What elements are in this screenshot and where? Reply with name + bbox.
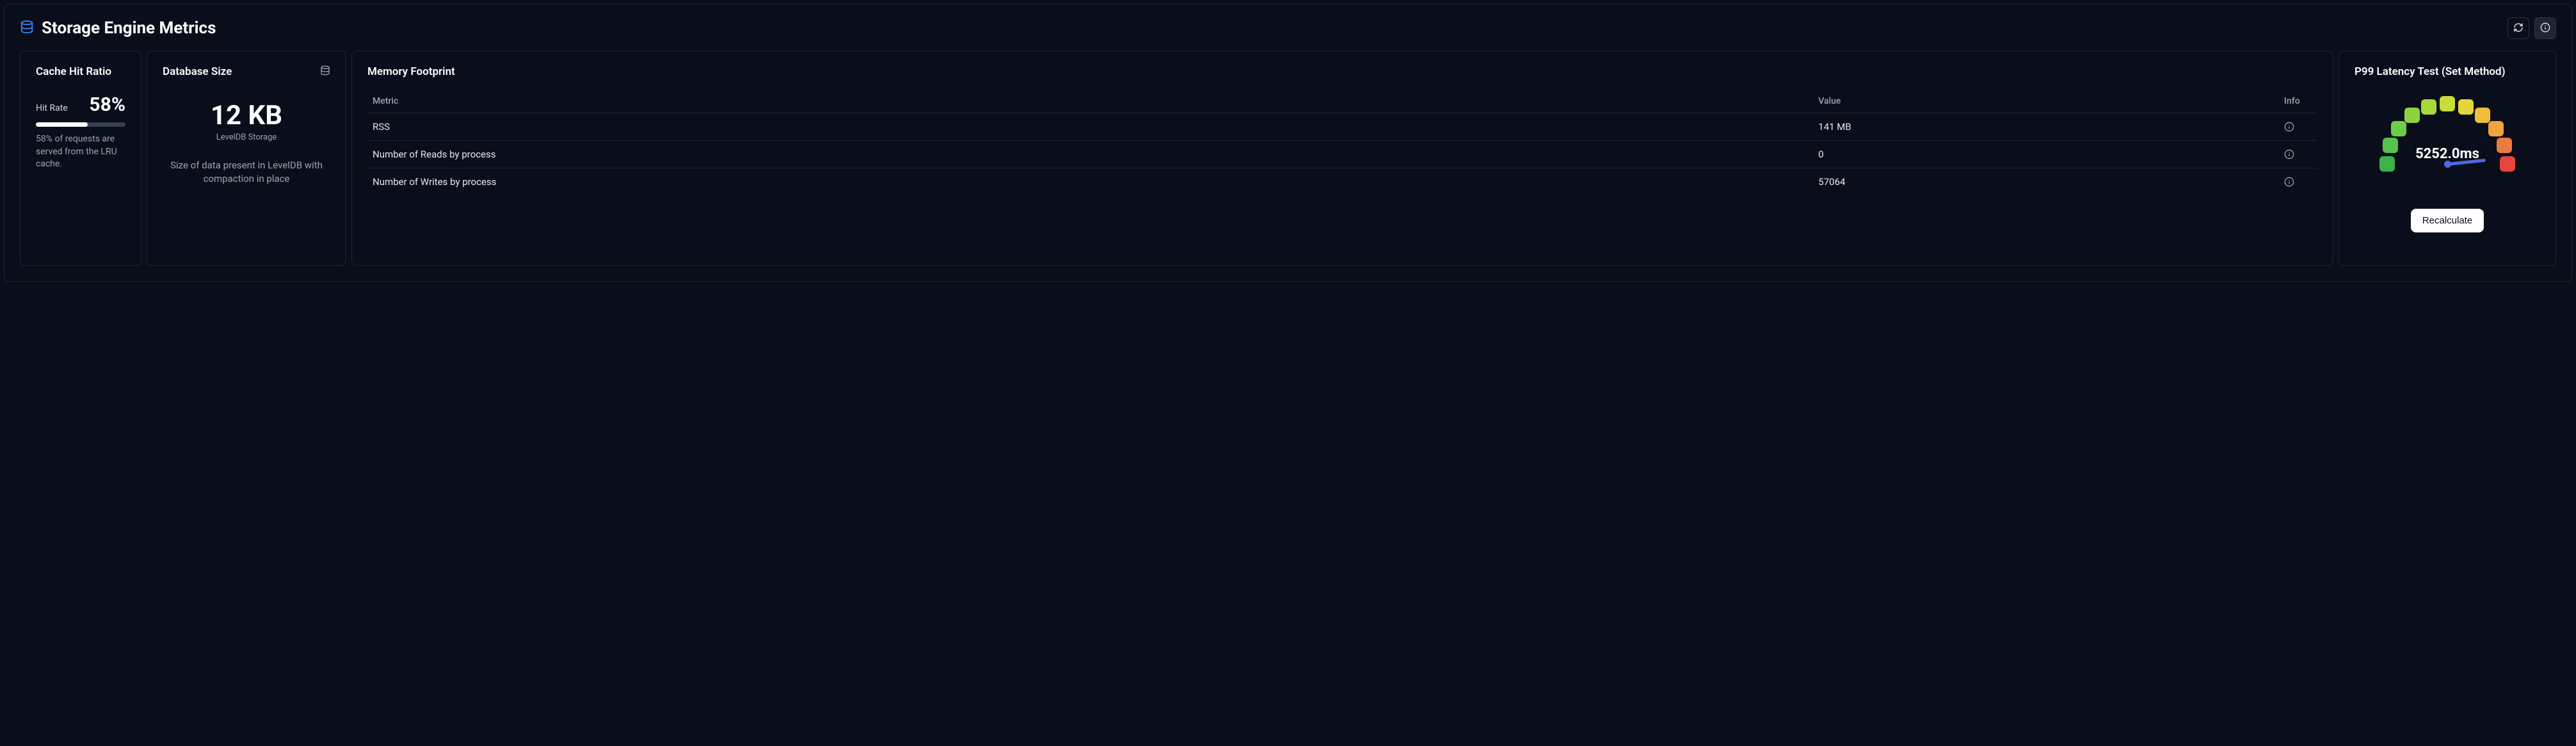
memory-table: Metric Value Info RSS141 MBNumber of Rea… [367,90,2317,195]
table-row: RSS141 MB [367,113,2317,141]
gauge-segment [2475,108,2490,123]
gauge-segment [2458,99,2474,115]
info-icon [2284,122,2312,132]
hit-rate-label: Hit Rate [36,103,68,113]
value-cell: 0 [1813,141,2279,168]
database-size-subtitle: LevelDB Storage [163,133,330,142]
refresh-button[interactable] [2508,17,2529,39]
storage-metrics-panel: Storage Engine Metrics [4,4,2572,282]
latency-gauge: 5252.0ms [2379,96,2515,173]
refresh-icon [2513,22,2524,35]
page-title: Storage Engine Metrics [42,19,216,38]
info-icon [2540,22,2550,35]
metric-cell: Number of Reads by process [367,141,1813,168]
latency-value: 5252.0ms [2379,146,2515,162]
hit-rate-value: 58% [89,93,125,116]
info-icon [2284,149,2312,159]
latency-card: P99 Latency Test (Set Method) 5252.0ms R… [2339,51,2556,266]
table-row: Number of Writes by process57064 [367,168,2317,196]
memory-footprint-card: Memory Footprint Metric Value Info RSS14… [351,51,2333,266]
metric-cell: Number of Writes by process [367,168,1813,196]
database-icon [20,20,34,36]
info-cell[interactable] [2279,168,2317,196]
gauge-segment [2440,96,2455,111]
info-cell[interactable] [2279,141,2317,168]
hit-rate-description: 58% of requests are served from the LRU … [36,133,125,171]
value-cell: 141 MB [1813,113,2279,141]
database-size-value: 12 KB [163,100,330,131]
hit-rate-progress-fill [36,122,88,127]
info-cell[interactable] [2279,113,2317,141]
gauge-segment [2404,108,2420,123]
cache-hit-card: Cache Hit Ratio Hit Rate 58% 58% of requ… [20,51,141,266]
card-title: Database Size [163,65,232,78]
gauge-segment [2488,121,2504,136]
info-icon [2284,177,2312,187]
table-header: Info [2279,90,2317,113]
database-icon [320,65,330,78]
hit-rate-progress [36,122,125,127]
gauge-segment [2391,121,2406,136]
database-size-description: Size of data present in LevelDB with com… [163,159,330,186]
value-cell: 57064 [1813,168,2279,196]
table-row: Number of Reads by process0 [367,141,2317,168]
table-header: Value [1813,90,2279,113]
info-button[interactable] [2534,17,2556,39]
card-title: P99 Latency Test (Set Method) [2355,65,2540,78]
card-title: Cache Hit Ratio [36,65,125,78]
table-header: Metric [367,90,1813,113]
card-title: Memory Footprint [367,65,2317,78]
gauge-segment [2421,99,2436,115]
database-size-card: Database Size 12 KB LevelDB Storage Size… [147,51,346,266]
metric-cell: RSS [367,113,1813,141]
recalculate-button[interactable]: Recalculate [2411,209,2484,232]
panel-header: Storage Engine Metrics [20,17,2556,39]
